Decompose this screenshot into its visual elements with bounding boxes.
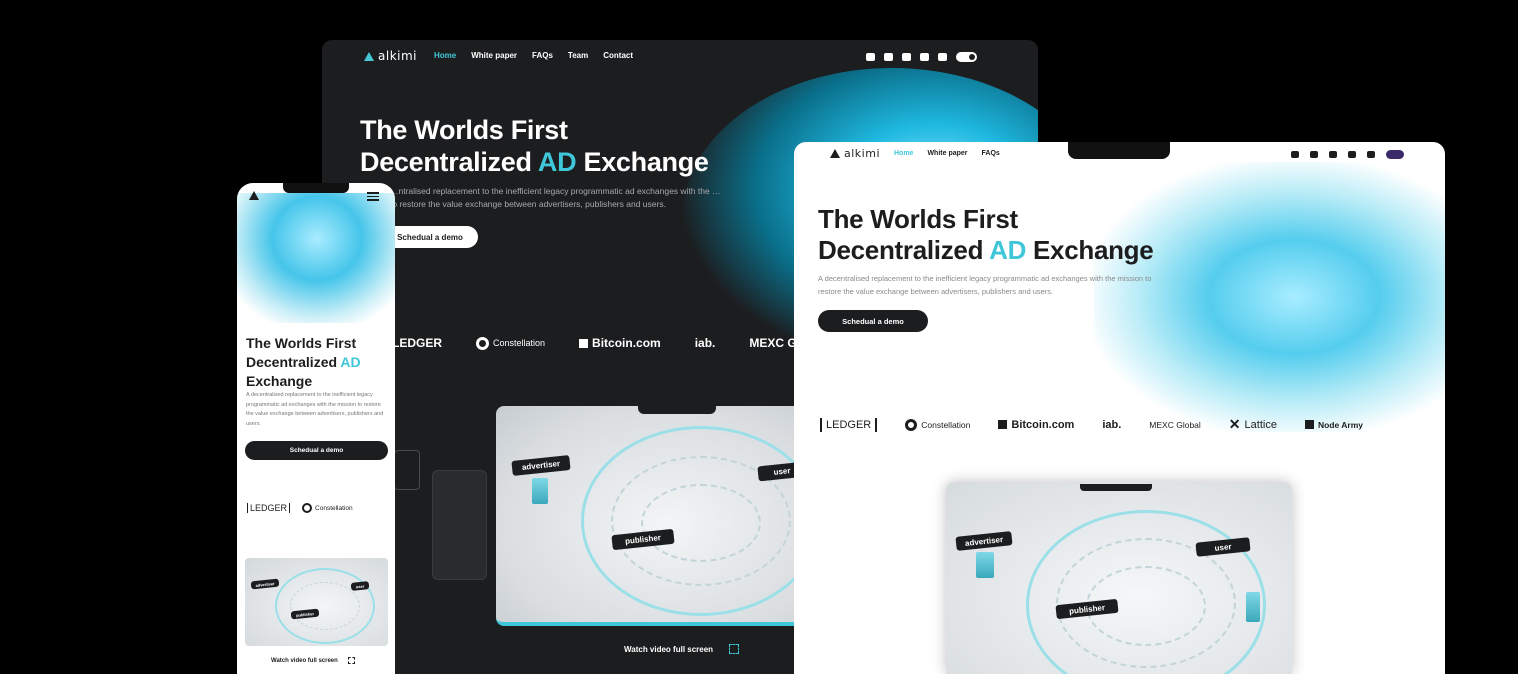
hero-subtitle: A decentralised replacement to the ineff… (818, 274, 1152, 296)
telegram-icon[interactable] (920, 53, 929, 61)
nav-home[interactable]: Home (434, 51, 456, 60)
advertiser-tag: advertiser (955, 531, 1013, 551)
logo-icon (830, 149, 840, 158)
hero-title: The Worlds First Decentralized AD Exchan… (360, 115, 709, 177)
nav-home[interactable]: Home (894, 150, 913, 157)
partner-logos: LEDGER Constellation Bitcoin.com iab. ME… (820, 416, 1363, 433)
nav-team[interactable]: Team (568, 51, 588, 60)
telegram-icon[interactable] (1348, 151, 1356, 158)
partner-iab: iab. (1102, 418, 1122, 431)
twitter-icon[interactable] (866, 53, 875, 61)
logo-icon (249, 191, 259, 200)
alkimi-logo[interactable]: alkimi (830, 147, 880, 160)
bitcoin-icon (579, 338, 589, 348)
nav-white-paper[interactable]: White paper (471, 51, 517, 60)
hamburger-menu-icon[interactable] (367, 192, 379, 203)
theme-toggle[interactable] (1386, 150, 1404, 159)
alkimi-logo[interactable]: alkimi (364, 49, 417, 63)
network-ring (290, 582, 360, 630)
hero-title: The Worlds First Decentralized AD Exchan… (246, 335, 361, 389)
video-notch (638, 404, 716, 414)
social-links (1291, 150, 1404, 159)
partner-iab: iab. (694, 336, 716, 350)
schedule-demo-button[interactable]: Schedual a demo (818, 310, 928, 332)
watch-full-screen[interactable]: Watch video full screen (624, 644, 740, 654)
ghost-card (432, 470, 487, 580)
youtube-icon[interactable] (1329, 151, 1337, 158)
network-ring (641, 484, 761, 562)
social-links (866, 52, 977, 62)
twitter-icon[interactable] (1291, 151, 1299, 158)
partner-logos: LEDGER Constellation Bitcoin.com iab. ME… (392, 336, 825, 350)
nav-menu: Home White paper FAQs (894, 150, 1000, 157)
partner-ledger: LEDGER (247, 503, 291, 513)
nav-faqs[interactable]: FAQs (532, 51, 553, 60)
medium-icon[interactable] (938, 53, 947, 61)
partner-node-army: Node Army (1304, 420, 1363, 430)
discord-icon[interactable] (884, 53, 893, 61)
hero-subtitle: A decentralised replacement to the ineff… (246, 392, 384, 427)
nav-menu: Home White paper FAQs Team Contact (434, 51, 633, 60)
light-desktop-mockup: alkimi Home White paper FAQs The Worlds … (794, 142, 1445, 674)
partner-ledger: LEDGER (820, 417, 878, 432)
bitcoin-icon (998, 420, 1008, 429)
camera-notch (1068, 142, 1170, 159)
discord-icon[interactable] (1310, 151, 1318, 158)
partner-mexc: MEXC Global (1149, 419, 1201, 430)
phone-mockup: The Worlds First Decentralized AD Exchan… (237, 183, 395, 674)
partner-constellation: Constellation (905, 418, 970, 431)
partner-bitcoin: Bitcoin.com (579, 336, 661, 350)
hero-glow (237, 193, 395, 323)
theme-toggle[interactable] (956, 52, 977, 62)
schedule-demo-button[interactable]: Schedual a demo (245, 441, 388, 460)
expand-icon (347, 657, 355, 664)
alkimi-logo[interactable] (249, 191, 259, 200)
phone-notch (283, 183, 349, 193)
nav-contact[interactable]: Contact (603, 51, 633, 60)
advertiser-pillar (976, 552, 994, 578)
partner-constellation: Constellation (302, 503, 353, 513)
node-army-icon (1304, 420, 1314, 429)
nav-faqs[interactable]: FAQs (982, 150, 1000, 157)
advertiser-tag: advertiser (511, 455, 571, 476)
advertiser-tag: advertiser (250, 578, 280, 590)
logo-icon (364, 51, 374, 61)
advertiser-pillar (532, 478, 548, 504)
constellation-icon (302, 503, 313, 513)
hero-video[interactable]: advertiser user publisher (946, 482, 1292, 674)
ghost-panel (394, 450, 420, 490)
watch-full-screen[interactable]: Watch video full screen (271, 657, 355, 664)
youtube-icon[interactable] (902, 53, 911, 61)
partner-logos: LEDGER Constellation (247, 503, 353, 513)
schedule-demo-button[interactable]: Schedual a demo (382, 226, 478, 248)
lattice-icon: ✕ (1228, 416, 1241, 432)
hero-video[interactable]: advertiser user publisher (245, 558, 388, 646)
hero-subtitle: …ntralised replacement to the inefficien… (390, 186, 721, 209)
nav-white-paper[interactable]: White paper (927, 150, 967, 157)
hero-video[interactable]: advertiser user publisher (496, 406, 806, 626)
video-notch (1080, 484, 1152, 491)
medium-icon[interactable] (1367, 151, 1375, 158)
expand-icon (729, 644, 740, 654)
top-nav: alkimi Home White paper FAQs Team Contac… (322, 40, 1038, 72)
partner-lattice: ✕ Lattice (1228, 416, 1277, 432)
partner-bitcoin: Bitcoin.com (998, 419, 1074, 431)
user-pillar (1246, 592, 1260, 622)
partner-ledger: LEDGER (392, 336, 443, 350)
partner-constellation: Constellation (476, 336, 545, 350)
constellation-icon (476, 336, 490, 350)
hero-title: The Worlds First Decentralized AD Exchan… (818, 204, 1154, 265)
constellation-icon (905, 418, 918, 431)
